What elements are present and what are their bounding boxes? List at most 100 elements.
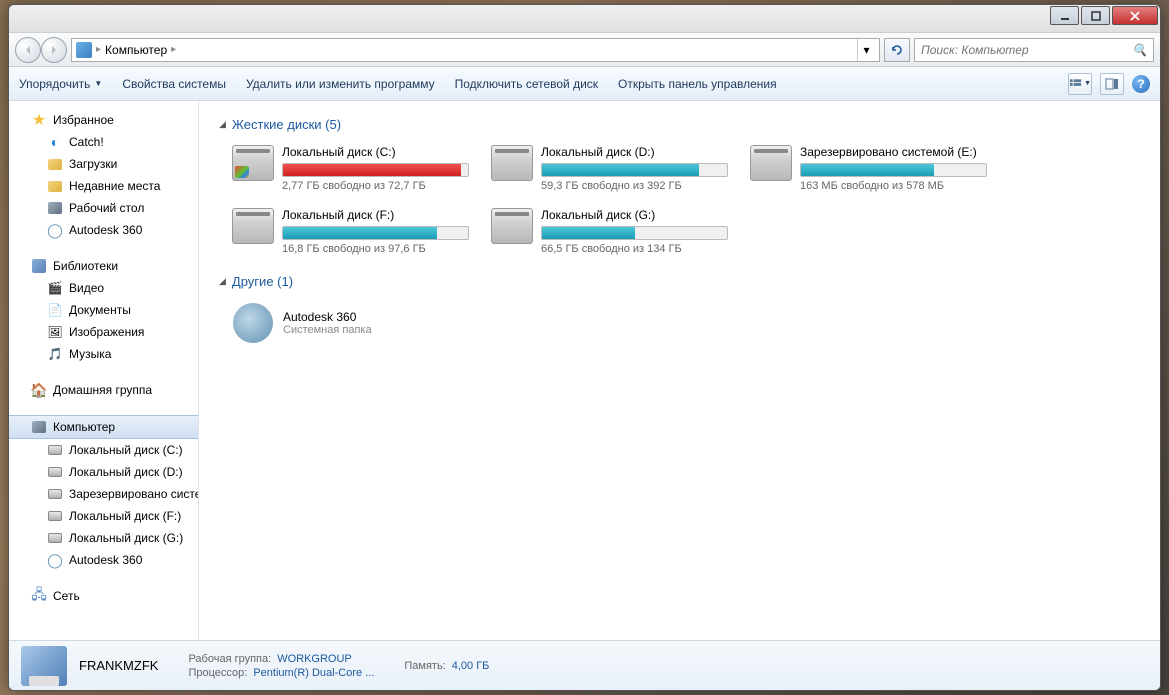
address-dropdown[interactable]: ▾ bbox=[857, 39, 875, 61]
drive-name: Локальный диск (G:) bbox=[541, 208, 728, 222]
titlebar[interactable] bbox=[9, 5, 1160, 33]
sidebar-item-catch[interactable]: ◐Catch! bbox=[9, 131, 198, 153]
network-header[interactable]: 🖧 Сеть bbox=[9, 585, 198, 607]
window-controls bbox=[1050, 6, 1158, 25]
drive-icon bbox=[750, 145, 792, 181]
view-options-button[interactable]: ▼ bbox=[1068, 73, 1092, 95]
drive-icon bbox=[232, 145, 274, 181]
sidebar-item-downloads[interactable]: Загрузки bbox=[9, 153, 198, 175]
autodesk-icon bbox=[233, 303, 273, 343]
libraries-header[interactable]: Библиотеки bbox=[9, 255, 198, 277]
music-icon: 🎵 bbox=[47, 346, 63, 362]
collapse-icon: ◢ bbox=[219, 276, 226, 287]
drive-item[interactable]: Локальный диск (C:) 2,77 ГБ свободно из … bbox=[229, 142, 472, 195]
homegroup-header[interactable]: 🏠 Домашняя группа bbox=[9, 379, 198, 401]
refresh-button[interactable] bbox=[884, 38, 910, 62]
maximize-button[interactable] bbox=[1081, 6, 1110, 25]
workgroup-label: Рабочая группа: bbox=[188, 653, 271, 665]
drive-usage-fill bbox=[283, 227, 437, 239]
minimize-button[interactable] bbox=[1050, 6, 1079, 25]
open-control-panel-button[interactable]: Открыть панель управления bbox=[618, 77, 777, 91]
drive-name: Зарезервировано системой (E:) bbox=[800, 145, 987, 159]
drive-usage-fill bbox=[801, 164, 934, 176]
cpu-value: Pentium(R) Dual-Core ... bbox=[253, 667, 374, 679]
uninstall-programs-button[interactable]: Удалить или изменить программу bbox=[246, 77, 435, 91]
breadcrumb-separator[interactable]: ▸ bbox=[171, 44, 176, 55]
catch-icon: ◐ bbox=[47, 134, 63, 150]
drive-item[interactable]: Локальный диск (G:) 66,5 ГБ свободно из … bbox=[488, 205, 731, 258]
sidebar-item-music[interactable]: 🎵Музыка bbox=[9, 343, 198, 365]
homegroup-group: 🏠 Домашняя группа bbox=[9, 379, 198, 401]
computer-label: Компьютер bbox=[53, 420, 115, 434]
details-pane: FRANKMZFK Рабочая группа: WORKGROUP Проц… bbox=[9, 640, 1160, 690]
system-properties-button[interactable]: Свойства системы bbox=[122, 77, 226, 91]
sidebar-item-recent[interactable]: Недавние места bbox=[9, 175, 198, 197]
network-label: Сеть bbox=[53, 589, 80, 603]
other-header-label: Другие (1) bbox=[232, 274, 293, 289]
address-bar[interactable]: ▸ Компьютер ▸ ▾ bbox=[71, 38, 880, 62]
computer-header[interactable]: Компьютер bbox=[9, 415, 198, 439]
sidebar-item-documents[interactable]: 📄Документы bbox=[9, 299, 198, 321]
documents-icon: 📄 bbox=[47, 302, 63, 318]
drive-usage-fill bbox=[283, 164, 461, 176]
sidebar-item-disk-f[interactable]: Локальный диск (F:) bbox=[9, 505, 198, 527]
organize-menu[interactable]: Упорядочить ▼ bbox=[19, 77, 102, 91]
collapse-icon: ◢ bbox=[219, 119, 226, 130]
memory-value: 4,00 ГБ bbox=[452, 660, 490, 672]
sidebar-item-desktop[interactable]: Рабочий стол bbox=[9, 197, 198, 219]
help-button[interactable]: ? bbox=[1132, 75, 1150, 93]
network-group: 🖧 Сеть bbox=[9, 585, 198, 607]
body: ★ Избранное ◐Catch! Загрузки Недавние ме… bbox=[9, 101, 1160, 640]
drive-icon bbox=[491, 208, 533, 244]
pictures-icon: 🖼 bbox=[47, 324, 63, 340]
star-icon: ★ bbox=[31, 112, 47, 128]
search-input[interactable] bbox=[921, 43, 1132, 57]
disk-icon bbox=[47, 464, 63, 480]
computer-icon bbox=[31, 419, 47, 435]
computer-icon bbox=[76, 42, 92, 58]
navigation-bar: ▸ Компьютер ▸ ▾ 🔍 bbox=[9, 33, 1160, 67]
disk-icon bbox=[47, 442, 63, 458]
drive-name: Локальный диск (C:) bbox=[282, 145, 469, 159]
video-icon: 🎬 bbox=[47, 280, 63, 296]
cloud-icon: ◯ bbox=[47, 222, 63, 238]
back-button[interactable] bbox=[15, 37, 41, 63]
map-network-drive-button[interactable]: Подключить сетевой диск bbox=[455, 77, 598, 91]
drives-section-header[interactable]: ◢ Жесткие диски (5) bbox=[219, 117, 1140, 132]
sidebar-item-disk-e[interactable]: Зарезервировано системой (E:) bbox=[9, 483, 198, 505]
sidebar-item-autodesk360[interactable]: ◯Autodesk 360 bbox=[9, 549, 198, 571]
content-pane: ◢ Жесткие диски (5) Локальный диск (C:) … bbox=[199, 101, 1160, 640]
sidebar-item-video[interactable]: 🎬Видео bbox=[9, 277, 198, 299]
drive-status: 2,77 ГБ свободно из 72,7 ГБ bbox=[282, 180, 469, 192]
disk-icon bbox=[47, 486, 63, 502]
cloud-icon: ◯ bbox=[47, 552, 63, 568]
toolbar: Упорядочить ▼ Свойства системы Удалить и… bbox=[9, 67, 1160, 101]
memory-label: Память: bbox=[404, 660, 445, 672]
drive-item[interactable]: Зарезервировано системой (E:) 163 МБ сво… bbox=[747, 142, 990, 195]
drive-item[interactable]: Локальный диск (F:) 16,8 ГБ свободно из … bbox=[229, 205, 472, 258]
workgroup-value: WORKGROUP bbox=[277, 653, 352, 665]
sidebar-item-disk-c[interactable]: Локальный диск (C:) bbox=[9, 439, 198, 461]
desktop-icon bbox=[47, 200, 63, 216]
computer-group: Компьютер Локальный диск (C:) Локальный … bbox=[9, 415, 198, 571]
breadcrumb-separator: ▸ bbox=[96, 44, 101, 55]
other-section-header[interactable]: ◢ Другие (1) bbox=[219, 274, 1140, 289]
drive-item[interactable]: Локальный диск (D:) 59,3 ГБ свободно из … bbox=[488, 142, 731, 195]
sidebar-item-autodesk[interactable]: ◯Autodesk 360 bbox=[9, 219, 198, 241]
sidebar-item-disk-g[interactable]: Локальный диск (G:) bbox=[9, 527, 198, 549]
search-box[interactable]: 🔍 bbox=[914, 38, 1154, 62]
forward-button[interactable] bbox=[41, 37, 67, 63]
breadcrumb-location[interactable]: Компьютер bbox=[105, 43, 167, 57]
sidebar-item-pictures[interactable]: 🖼Изображения bbox=[9, 321, 198, 343]
drive-icon bbox=[232, 208, 274, 244]
sidebar-item-disk-d[interactable]: Локальный диск (D:) bbox=[9, 461, 198, 483]
cpu-label: Процессор: bbox=[188, 667, 247, 679]
drive-status: 163 МБ свободно из 578 МБ bbox=[800, 180, 987, 192]
computer-name: FRANKMZFK bbox=[79, 658, 158, 673]
libraries-group: Библиотеки 🎬Видео 📄Документы 🖼Изображени… bbox=[9, 255, 198, 365]
favorites-header[interactable]: ★ Избранное bbox=[9, 109, 198, 131]
close-button[interactable] bbox=[1112, 6, 1158, 25]
autodesk-folder-item[interactable]: Autodesk 360 Системная папка bbox=[229, 299, 1140, 347]
preview-pane-button[interactable] bbox=[1100, 73, 1124, 95]
drive-usage-bar bbox=[541, 226, 728, 240]
